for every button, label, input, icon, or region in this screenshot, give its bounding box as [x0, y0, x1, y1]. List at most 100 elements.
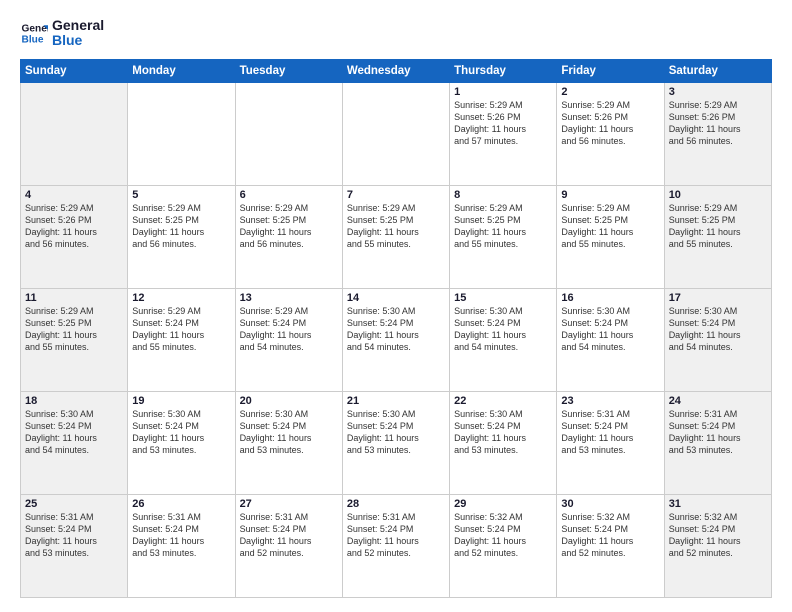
day-number: 21	[347, 395, 445, 407]
calendar-cell: 7Sunrise: 5:29 AM Sunset: 5:25 PM Daylig…	[342, 185, 449, 288]
day-info: Sunrise: 5:32 AM Sunset: 5:24 PM Dayligh…	[669, 511, 767, 560]
day-number: 22	[454, 395, 552, 407]
day-number: 26	[132, 498, 230, 510]
day-info: Sunrise: 5:29 AM Sunset: 5:25 PM Dayligh…	[454, 202, 552, 251]
day-number: 6	[240, 189, 338, 201]
day-info: Sunrise: 5:29 AM Sunset: 5:26 PM Dayligh…	[25, 202, 123, 251]
weekday-tuesday: Tuesday	[235, 59, 342, 82]
calendar-cell: 22Sunrise: 5:30 AM Sunset: 5:24 PM Dayli…	[450, 391, 557, 494]
day-number: 28	[347, 498, 445, 510]
calendar-cell: 18Sunrise: 5:30 AM Sunset: 5:24 PM Dayli…	[21, 391, 128, 494]
day-info: Sunrise: 5:30 AM Sunset: 5:24 PM Dayligh…	[347, 408, 445, 457]
calendar-cell: 21Sunrise: 5:30 AM Sunset: 5:24 PM Dayli…	[342, 391, 449, 494]
weekday-friday: Friday	[557, 59, 664, 82]
day-info: Sunrise: 5:29 AM Sunset: 5:25 PM Dayligh…	[132, 202, 230, 251]
header: General Blue General Blue	[20, 18, 772, 49]
weekday-header-row: SundayMondayTuesdayWednesdayThursdayFrid…	[21, 59, 772, 82]
calendar-row-4: 25Sunrise: 5:31 AM Sunset: 5:24 PM Dayli…	[21, 494, 772, 597]
day-number: 25	[25, 498, 123, 510]
calendar-cell: 31Sunrise: 5:32 AM Sunset: 5:24 PM Dayli…	[664, 494, 771, 597]
logo-blue: Blue	[52, 33, 104, 48]
logo: General Blue General Blue	[20, 18, 104, 49]
calendar-cell: 12Sunrise: 5:29 AM Sunset: 5:24 PM Dayli…	[128, 288, 235, 391]
calendar-cell: 20Sunrise: 5:30 AM Sunset: 5:24 PM Dayli…	[235, 391, 342, 494]
day-info: Sunrise: 5:31 AM Sunset: 5:24 PM Dayligh…	[561, 408, 659, 457]
day-info: Sunrise: 5:31 AM Sunset: 5:24 PM Dayligh…	[132, 511, 230, 560]
day-number: 3	[669, 86, 767, 98]
day-info: Sunrise: 5:29 AM Sunset: 5:25 PM Dayligh…	[25, 305, 123, 354]
day-number: 10	[669, 189, 767, 201]
day-info: Sunrise: 5:30 AM Sunset: 5:24 PM Dayligh…	[454, 305, 552, 354]
day-info: Sunrise: 5:29 AM Sunset: 5:24 PM Dayligh…	[132, 305, 230, 354]
calendar-cell: 25Sunrise: 5:31 AM Sunset: 5:24 PM Dayli…	[21, 494, 128, 597]
day-info: Sunrise: 5:29 AM Sunset: 5:26 PM Dayligh…	[561, 99, 659, 148]
calendar-cell: 1Sunrise: 5:29 AM Sunset: 5:26 PM Daylig…	[450, 82, 557, 185]
day-number: 8	[454, 189, 552, 201]
calendar-row-0: 1Sunrise: 5:29 AM Sunset: 5:26 PM Daylig…	[21, 82, 772, 185]
day-number: 11	[25, 292, 123, 304]
day-number: 20	[240, 395, 338, 407]
day-number: 9	[561, 189, 659, 201]
day-number: 19	[132, 395, 230, 407]
calendar-table: SundayMondayTuesdayWednesdayThursdayFrid…	[20, 59, 772, 598]
day-number: 24	[669, 395, 767, 407]
calendar-cell: 13Sunrise: 5:29 AM Sunset: 5:24 PM Dayli…	[235, 288, 342, 391]
day-number: 1	[454, 86, 552, 98]
day-number: 4	[25, 189, 123, 201]
day-info: Sunrise: 5:29 AM Sunset: 5:25 PM Dayligh…	[240, 202, 338, 251]
day-info: Sunrise: 5:29 AM Sunset: 5:25 PM Dayligh…	[347, 202, 445, 251]
calendar-cell	[128, 82, 235, 185]
calendar-cell: 9Sunrise: 5:29 AM Sunset: 5:25 PM Daylig…	[557, 185, 664, 288]
calendar-cell: 30Sunrise: 5:32 AM Sunset: 5:24 PM Dayli…	[557, 494, 664, 597]
calendar-cell	[342, 82, 449, 185]
calendar-cell: 16Sunrise: 5:30 AM Sunset: 5:24 PM Dayli…	[557, 288, 664, 391]
day-info: Sunrise: 5:29 AM Sunset: 5:25 PM Dayligh…	[561, 202, 659, 251]
day-number: 23	[561, 395, 659, 407]
day-info: Sunrise: 5:29 AM Sunset: 5:26 PM Dayligh…	[454, 99, 552, 148]
day-info: Sunrise: 5:31 AM Sunset: 5:24 PM Dayligh…	[347, 511, 445, 560]
weekday-thursday: Thursday	[450, 59, 557, 82]
day-info: Sunrise: 5:30 AM Sunset: 5:24 PM Dayligh…	[669, 305, 767, 354]
calendar-cell: 14Sunrise: 5:30 AM Sunset: 5:24 PM Dayli…	[342, 288, 449, 391]
day-info: Sunrise: 5:30 AM Sunset: 5:24 PM Dayligh…	[240, 408, 338, 457]
calendar-cell: 19Sunrise: 5:30 AM Sunset: 5:24 PM Dayli…	[128, 391, 235, 494]
calendar-row-2: 11Sunrise: 5:29 AM Sunset: 5:25 PM Dayli…	[21, 288, 772, 391]
day-info: Sunrise: 5:31 AM Sunset: 5:24 PM Dayligh…	[669, 408, 767, 457]
day-number: 7	[347, 189, 445, 201]
day-number: 15	[454, 292, 552, 304]
calendar-cell: 26Sunrise: 5:31 AM Sunset: 5:24 PM Dayli…	[128, 494, 235, 597]
calendar-cell: 11Sunrise: 5:29 AM Sunset: 5:25 PM Dayli…	[21, 288, 128, 391]
day-info: Sunrise: 5:29 AM Sunset: 5:25 PM Dayligh…	[669, 202, 767, 251]
day-number: 27	[240, 498, 338, 510]
weekday-monday: Monday	[128, 59, 235, 82]
weekday-sunday: Sunday	[21, 59, 128, 82]
day-number: 5	[132, 189, 230, 201]
day-info: Sunrise: 5:30 AM Sunset: 5:24 PM Dayligh…	[347, 305, 445, 354]
day-number: 12	[132, 292, 230, 304]
calendar-cell: 8Sunrise: 5:29 AM Sunset: 5:25 PM Daylig…	[450, 185, 557, 288]
day-number: 13	[240, 292, 338, 304]
calendar-cell	[21, 82, 128, 185]
day-info: Sunrise: 5:30 AM Sunset: 5:24 PM Dayligh…	[561, 305, 659, 354]
day-info: Sunrise: 5:29 AM Sunset: 5:24 PM Dayligh…	[240, 305, 338, 354]
calendar-cell: 10Sunrise: 5:29 AM Sunset: 5:25 PM Dayli…	[664, 185, 771, 288]
calendar-cell: 4Sunrise: 5:29 AM Sunset: 5:26 PM Daylig…	[21, 185, 128, 288]
day-info: Sunrise: 5:30 AM Sunset: 5:24 PM Dayligh…	[132, 408, 230, 457]
day-info: Sunrise: 5:31 AM Sunset: 5:24 PM Dayligh…	[25, 511, 123, 560]
logo-general: General	[52, 18, 104, 33]
day-number: 31	[669, 498, 767, 510]
page: General Blue General Blue SundayMondayTu…	[0, 0, 792, 612]
day-info: Sunrise: 5:30 AM Sunset: 5:24 PM Dayligh…	[454, 408, 552, 457]
calendar-cell: 2Sunrise: 5:29 AM Sunset: 5:26 PM Daylig…	[557, 82, 664, 185]
day-number: 2	[561, 86, 659, 98]
day-info: Sunrise: 5:32 AM Sunset: 5:24 PM Dayligh…	[561, 511, 659, 560]
generalblue-logo-icon: General Blue	[20, 19, 48, 47]
calendar-cell: 17Sunrise: 5:30 AM Sunset: 5:24 PM Dayli…	[664, 288, 771, 391]
day-number: 14	[347, 292, 445, 304]
calendar-cell: 29Sunrise: 5:32 AM Sunset: 5:24 PM Dayli…	[450, 494, 557, 597]
svg-text:Blue: Blue	[22, 35, 44, 46]
calendar-cell: 23Sunrise: 5:31 AM Sunset: 5:24 PM Dayli…	[557, 391, 664, 494]
day-info: Sunrise: 5:31 AM Sunset: 5:24 PM Dayligh…	[240, 511, 338, 560]
weekday-wednesday: Wednesday	[342, 59, 449, 82]
calendar-cell: 15Sunrise: 5:30 AM Sunset: 5:24 PM Dayli…	[450, 288, 557, 391]
